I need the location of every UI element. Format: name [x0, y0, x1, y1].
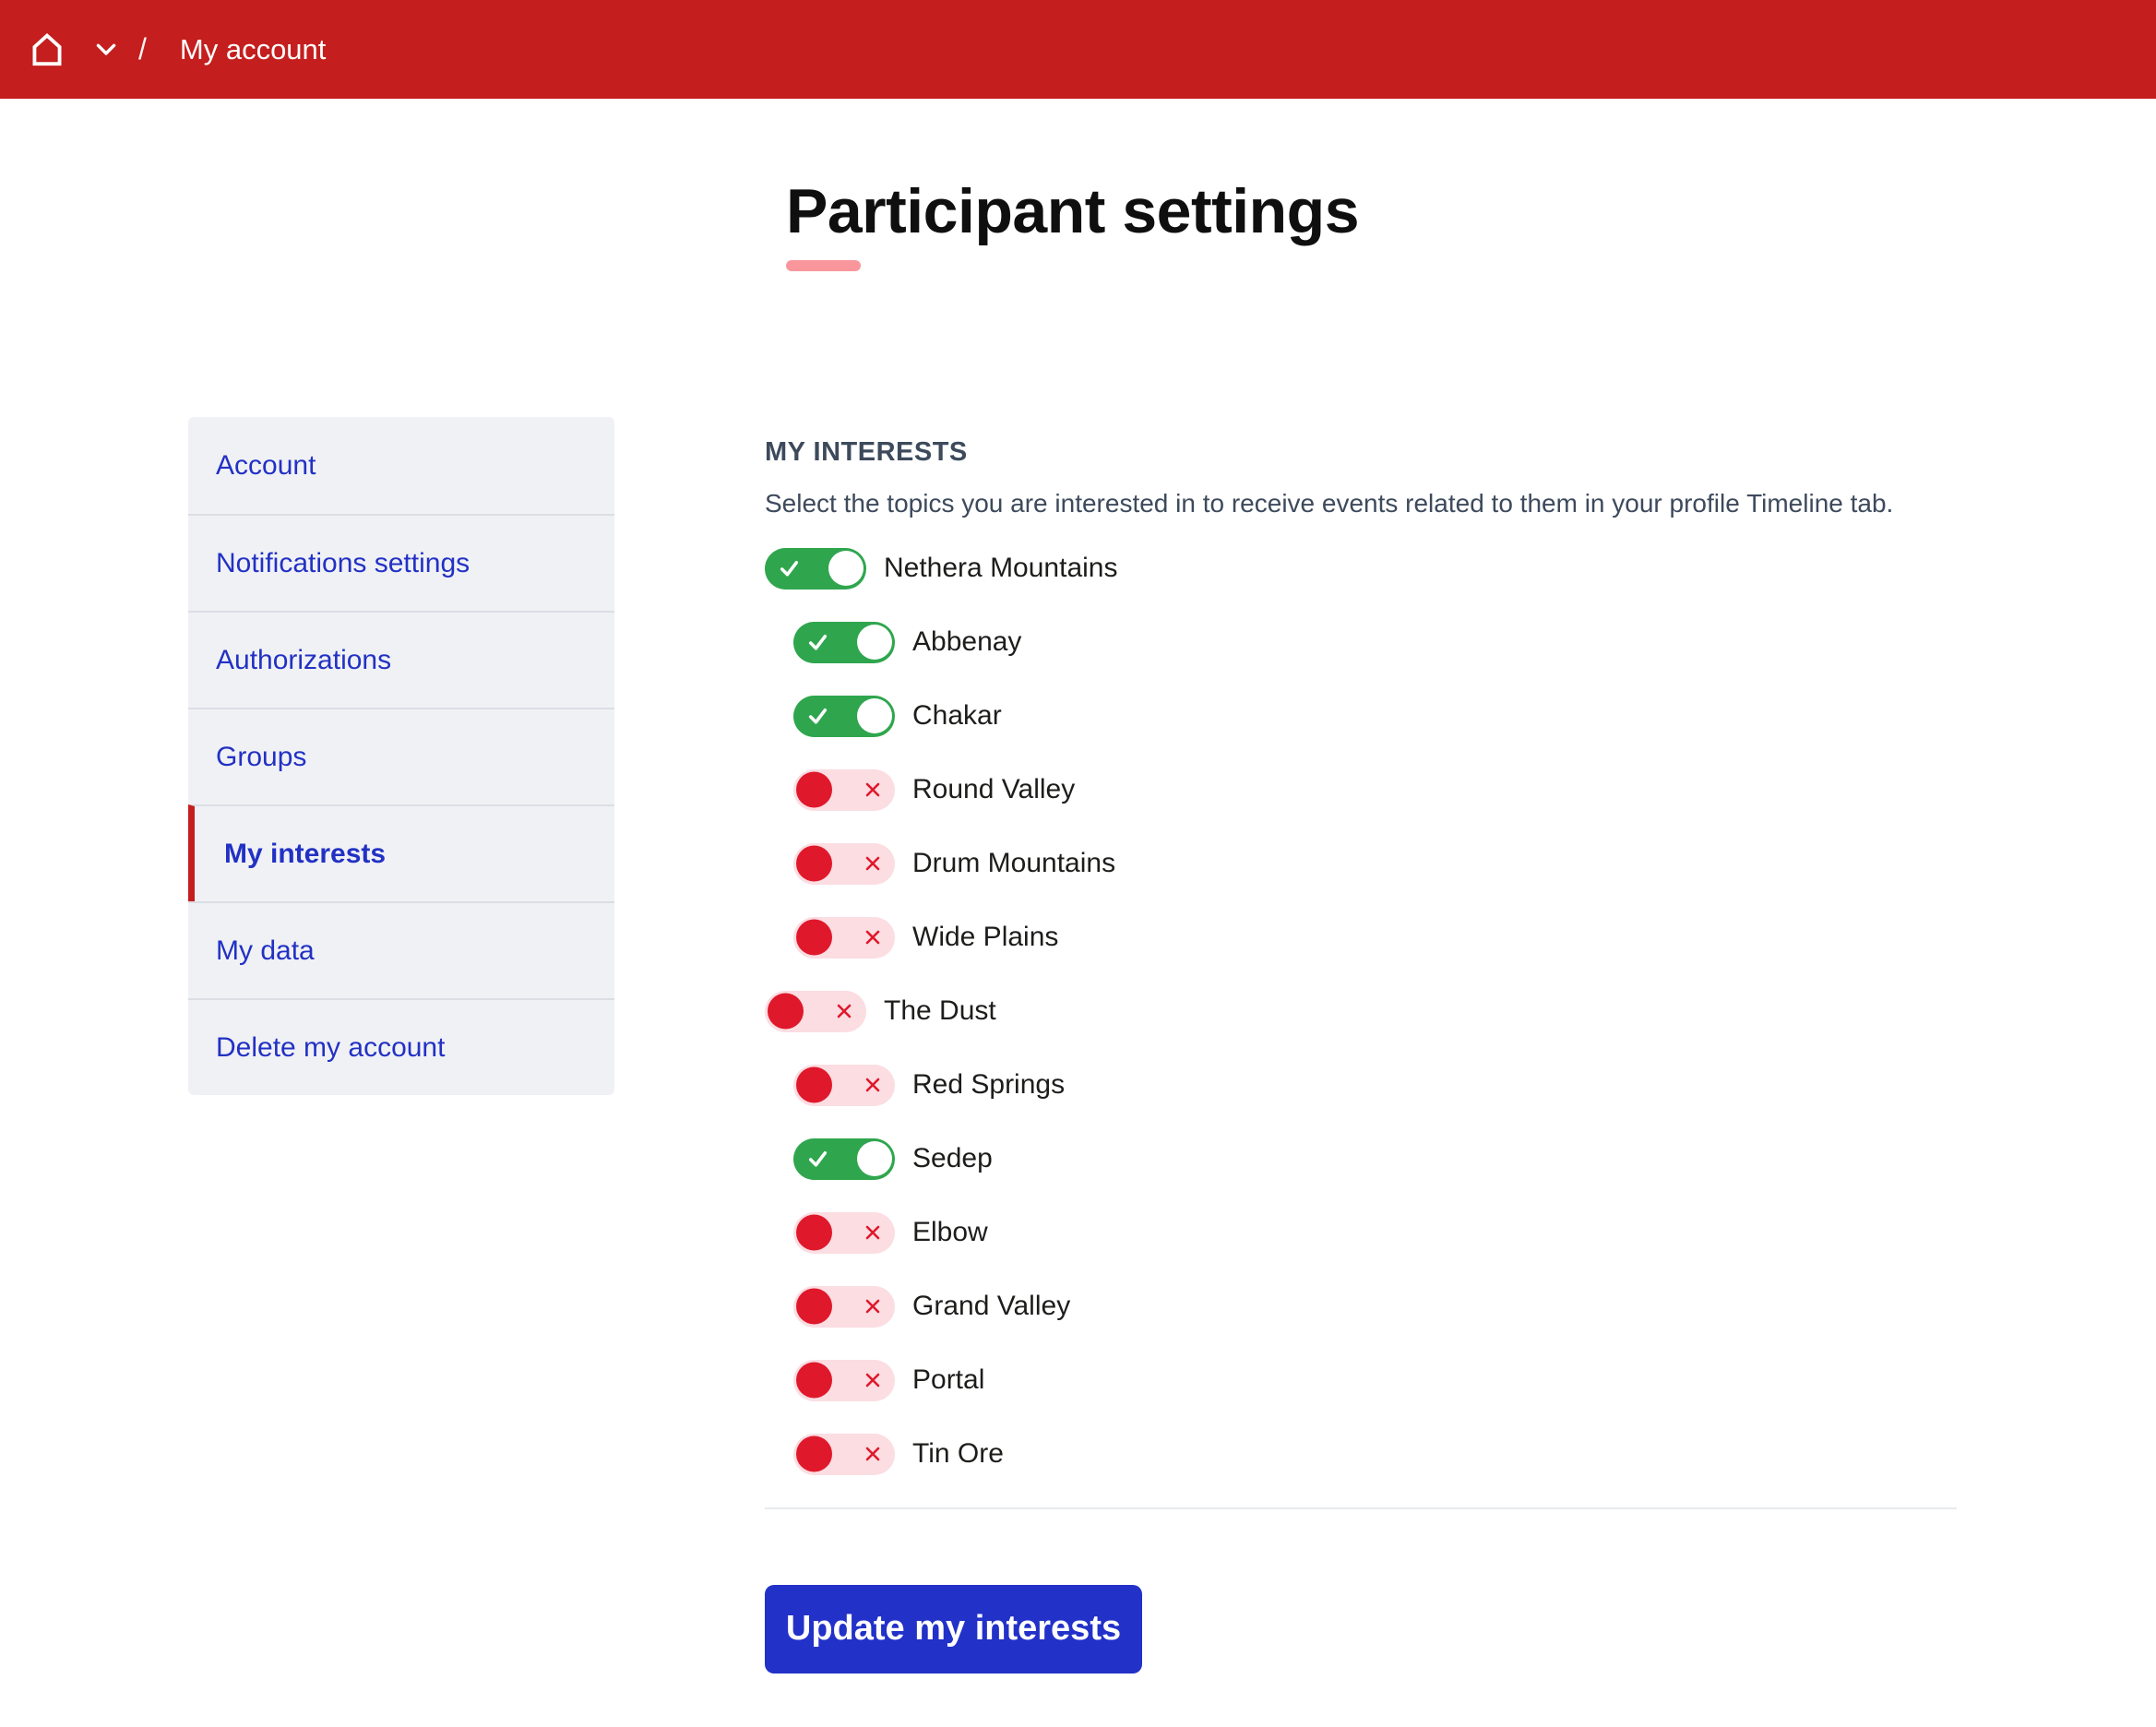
interest-toggle-on[interactable] — [765, 548, 866, 590]
interest-toggle-off[interactable] — [793, 843, 895, 885]
sidebar-item-groups[interactable]: Groups — [188, 708, 614, 804]
interest-label: Wide Plains — [912, 922, 1058, 953]
interest-toggle-on[interactable] — [793, 1138, 895, 1180]
toggle-knob — [796, 846, 832, 882]
sidebar-item-label: Groups — [216, 742, 306, 773]
check-icon — [805, 630, 830, 655]
chevron-down-icon[interactable] — [96, 43, 116, 56]
interest-row-sedep: Sedep — [793, 1138, 1957, 1180]
x-icon — [864, 854, 882, 873]
toggle-knob — [796, 1215, 832, 1251]
interest-row-chakar: Chakar — [793, 696, 1957, 737]
interest-label: Tin Ore — [912, 1438, 1004, 1470]
interest-row-red-springs: Red Springs — [793, 1065, 1957, 1106]
interest-toggle-off[interactable] — [793, 1212, 895, 1254]
section-description: Select the topics you are interested in … — [765, 488, 1957, 519]
interest-row-elbow: Elbow — [793, 1212, 1957, 1254]
page-title: Participant settings — [786, 177, 1359, 246]
interest-row-grand-valley: Grand Valley — [793, 1286, 1957, 1328]
interest-label: Chakar — [912, 700, 1002, 732]
interest-row-tin-ore: Tin Ore — [793, 1434, 1957, 1475]
sidebar-item-delete-my-account[interactable]: Delete my account — [188, 998, 614, 1095]
sidebar-item-authorizations[interactable]: Authorizations — [188, 611, 614, 708]
divider — [765, 1507, 1957, 1509]
toggle-knob — [796, 772, 832, 808]
sidebar-item-label: Account — [216, 450, 316, 482]
toggle-knob — [796, 1363, 832, 1399]
interest-toggle-off[interactable] — [793, 1360, 895, 1401]
interest-label: Elbow — [912, 1217, 988, 1248]
interest-label: Portal — [912, 1364, 984, 1396]
toggle-knob — [828, 551, 864, 586]
interest-label: Round Valley — [912, 774, 1075, 805]
check-icon — [805, 1147, 830, 1172]
section-heading: MY INTERESTS — [765, 437, 1957, 468]
sidebar-item-label: My interests — [224, 839, 386, 870]
interest-toggle-off[interactable] — [793, 917, 895, 959]
toggle-knob — [796, 920, 832, 956]
toggle-knob — [796, 1436, 832, 1472]
interest-label: Sedep — [912, 1143, 993, 1174]
interest-label: Red Springs — [912, 1069, 1065, 1101]
interest-row-wide-plains: Wide Plains — [793, 917, 1957, 959]
toggle-knob — [796, 1289, 832, 1325]
breadcrumb: / My account — [0, 0, 2156, 99]
breadcrumb-current: My account — [180, 33, 327, 66]
settings-sidebar: Account Notifications settings Authoriza… — [188, 417, 614, 1095]
x-icon — [864, 928, 882, 947]
check-icon — [777, 556, 802, 581]
interest-toggle-off[interactable] — [793, 769, 895, 811]
toggle-knob — [857, 698, 892, 733]
interest-toggle-off[interactable] — [765, 991, 866, 1032]
toggle-knob — [768, 994, 804, 1030]
sidebar-item-label: My data — [216, 935, 315, 967]
interest-row-nethera-mountains: Nethera Mountains — [765, 548, 1957, 590]
interest-row-drum-mountains: Drum Mountains — [793, 843, 1957, 885]
sidebar-item-label: Authorizations — [216, 645, 391, 676]
x-icon — [864, 1445, 882, 1463]
interest-label: Drum Mountains — [912, 848, 1115, 879]
settings-layout: Account Notifications settings Authoriza… — [188, 417, 1957, 1673]
update-interests-button[interactable]: Update my interests — [765, 1585, 1142, 1673]
sidebar-item-notifications-settings[interactable]: Notifications settings — [188, 514, 614, 611]
my-interests-section: MY INTERESTS Select the topics you are i… — [765, 417, 1957, 1673]
toggle-knob — [796, 1067, 832, 1103]
interest-label: Grand Valley — [912, 1291, 1070, 1322]
toggle-knob — [857, 1141, 892, 1176]
sidebar-item-my-interests[interactable]: My interests — [188, 804, 614, 901]
title-underline-accent — [786, 260, 861, 271]
interest-row-the-dust: The Dust — [765, 991, 1957, 1032]
check-icon — [805, 704, 830, 729]
x-icon — [864, 1371, 882, 1389]
x-icon — [864, 1297, 882, 1316]
sidebar-item-account[interactable]: Account — [188, 417, 614, 514]
interest-toggle-off[interactable] — [793, 1434, 895, 1475]
x-icon — [864, 1223, 882, 1242]
sidebar-item-my-data[interactable]: My data — [188, 901, 614, 998]
x-icon — [864, 1076, 882, 1094]
home-icon[interactable] — [26, 30, 68, 70]
interest-label: The Dust — [884, 995, 996, 1027]
interest-row-portal: Portal — [793, 1360, 1957, 1401]
interest-row-abbenay: Abbenay — [793, 622, 1957, 663]
interest-row-round-valley: Round Valley — [793, 769, 1957, 811]
interest-list: Nethera Mountains Abbenay Chakar — [765, 548, 1957, 1475]
interest-toggle-off[interactable] — [793, 1286, 895, 1328]
sidebar-item-label: Delete my account — [216, 1032, 445, 1064]
x-icon — [835, 1002, 853, 1020]
x-icon — [864, 780, 882, 799]
interest-toggle-on[interactable] — [793, 696, 895, 737]
sidebar-item-label: Notifications settings — [216, 548, 470, 579]
toggle-knob — [857, 625, 892, 660]
interest-toggle-on[interactable] — [793, 622, 895, 663]
interest-label: Abbenay — [912, 626, 1021, 658]
interest-label: Nethera Mountains — [884, 553, 1117, 584]
breadcrumb-separator: / — [138, 32, 147, 66]
interest-toggle-off[interactable] — [793, 1065, 895, 1106]
